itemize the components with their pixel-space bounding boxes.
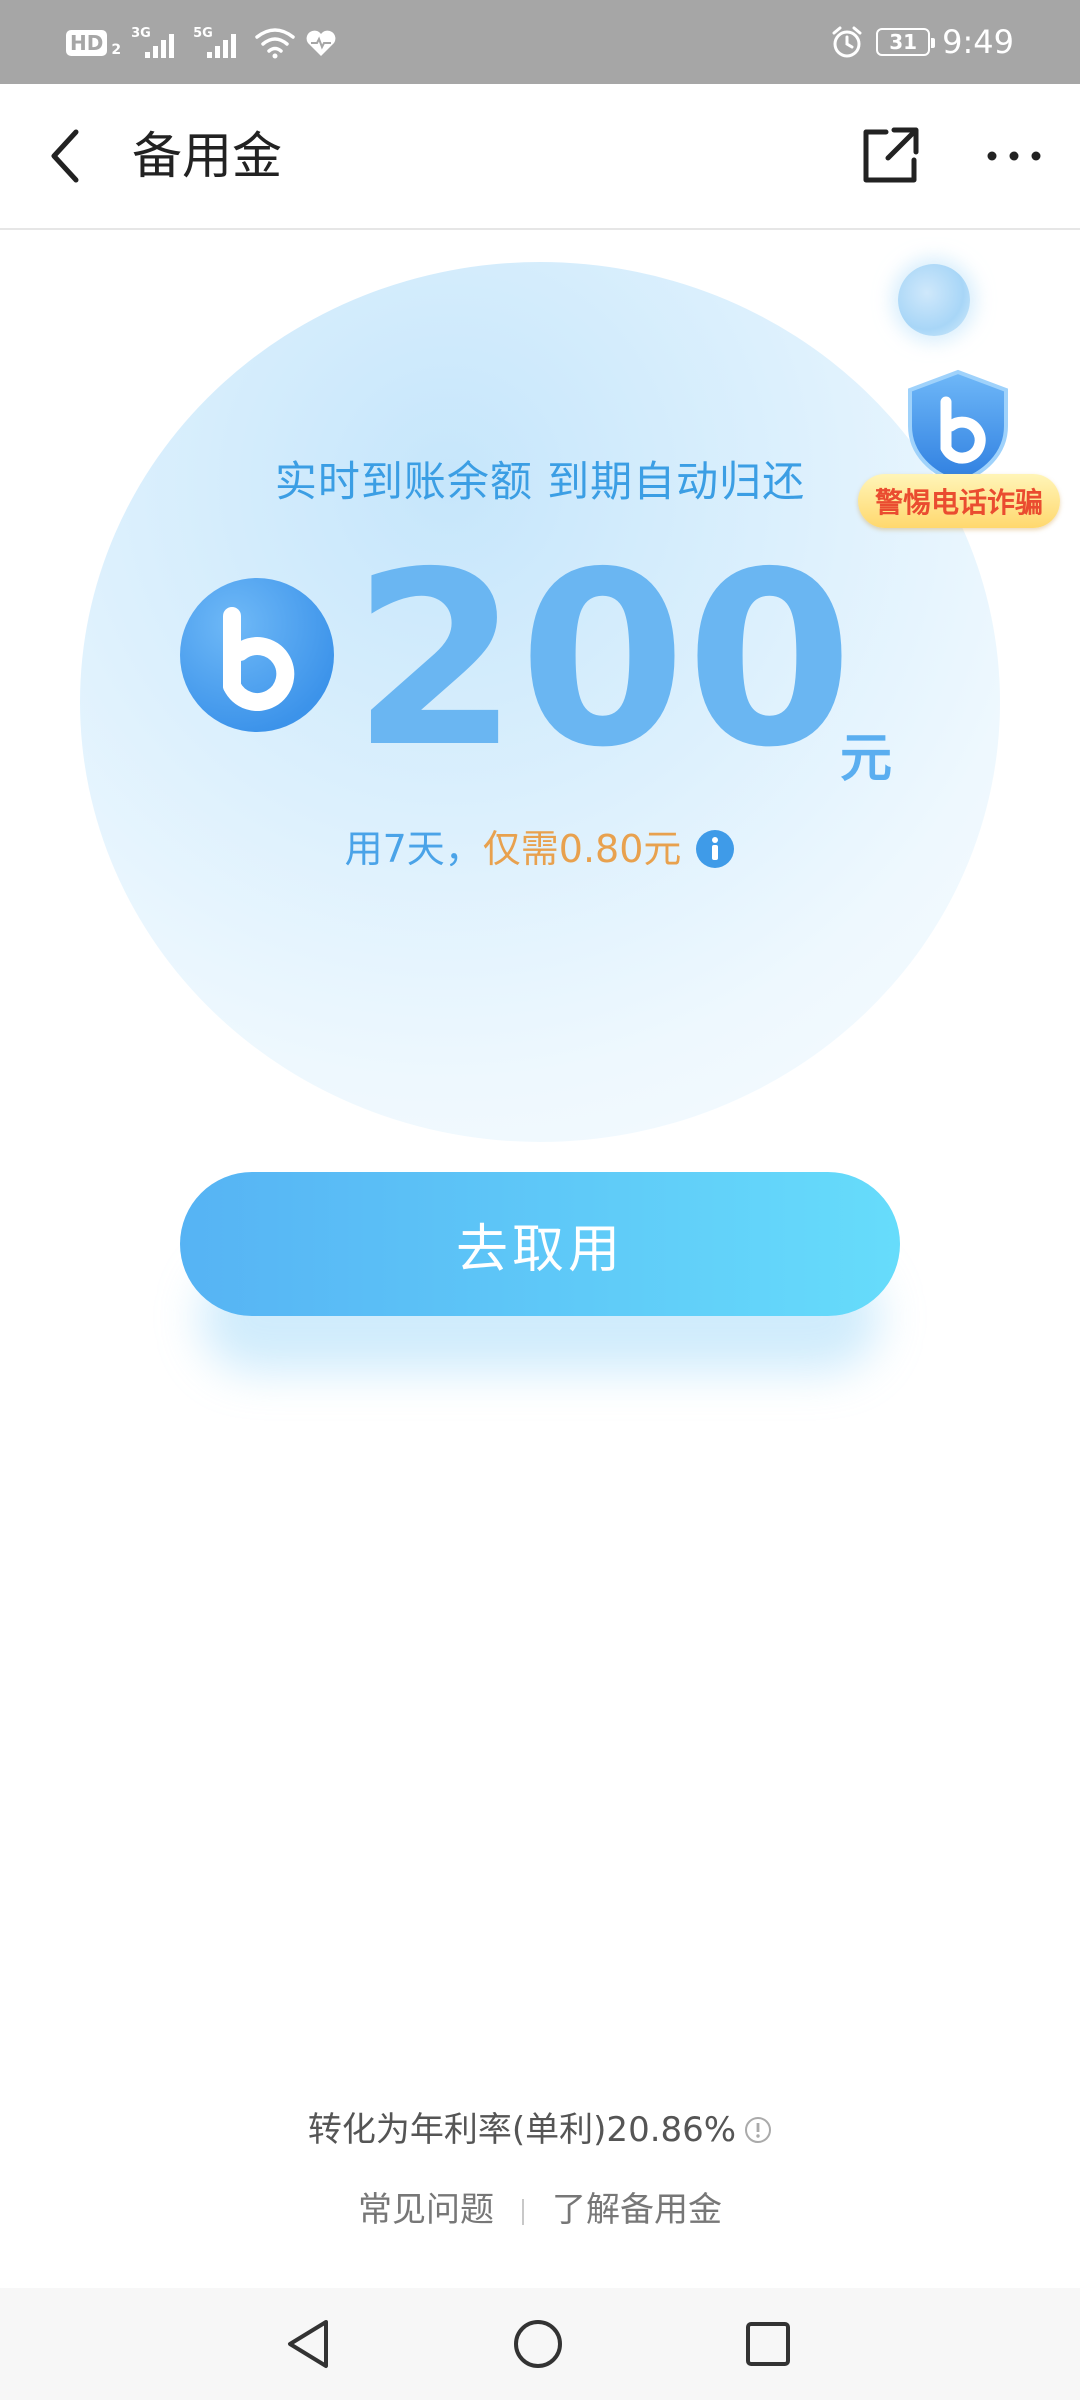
annual-rate-text: 转化为年利率(单利)20.86% [307, 2110, 737, 2150]
battery-icon: 31 [876, 28, 936, 56]
decorative-bubble [898, 264, 970, 336]
amount-unit: 元 [840, 729, 893, 789]
wifi-icon [255, 28, 295, 59]
fraud-warning-badge[interactable]: 警惕电话诈骗 [858, 474, 1060, 528]
loan-amount: 200 [352, 520, 853, 800]
app-header: 备用金 [0, 84, 1080, 230]
page-title: 备用金 [132, 127, 282, 185]
link-divider [522, 2198, 524, 2225]
system-nav-bar [0, 2288, 1080, 2400]
status-time: 9:49 [942, 23, 1014, 61]
fee-line: 用7天，仅需0.80元 [0, 818, 1080, 873]
annual-rate-line: 转化为年利率(单利)20.86% [0, 2102, 1080, 2151]
status-bar: HD 2 3G 5G 31 9:49 [0, 0, 1080, 84]
fee-prefix: 用7天， [344, 827, 483, 871]
learn-more-link[interactable]: 了解备用金 [552, 2190, 722, 2230]
back-arrow-icon[interactable] [36, 124, 100, 188]
status-right: 31 9:49 [830, 22, 1014, 62]
signal-icon: 3G [131, 26, 183, 60]
share-icon[interactable] [856, 122, 924, 190]
withdraw-button[interactable]: 去取用 [180, 1172, 900, 1316]
more-icon[interactable] [980, 122, 1048, 190]
info-icon[interactable] [744, 2116, 772, 2144]
info-icon[interactable] [695, 829, 735, 869]
heart-icon [306, 30, 336, 56]
hd-sub: 2 [111, 42, 122, 58]
nav-back-icon[interactable] [282, 2316, 338, 2372]
status-left: HD 2 3G 5G [66, 26, 337, 60]
battery-level: 31 [889, 30, 918, 54]
nav-home-icon[interactable] [510, 2316, 566, 2372]
fee-value: 仅需0.80元 [482, 827, 682, 871]
hd-badge: HD [66, 30, 108, 56]
faq-link[interactable]: 常见问题 [358, 2190, 494, 2230]
shield-icon[interactable] [900, 368, 1016, 484]
signal-icon: 5G [193, 26, 245, 60]
nav-recent-icon[interactable] [740, 2316, 796, 2372]
footer-links: 常见问题 了解备用金 [0, 2182, 1080, 2231]
alarm-icon [832, 26, 862, 58]
brand-b-icon [180, 578, 334, 732]
